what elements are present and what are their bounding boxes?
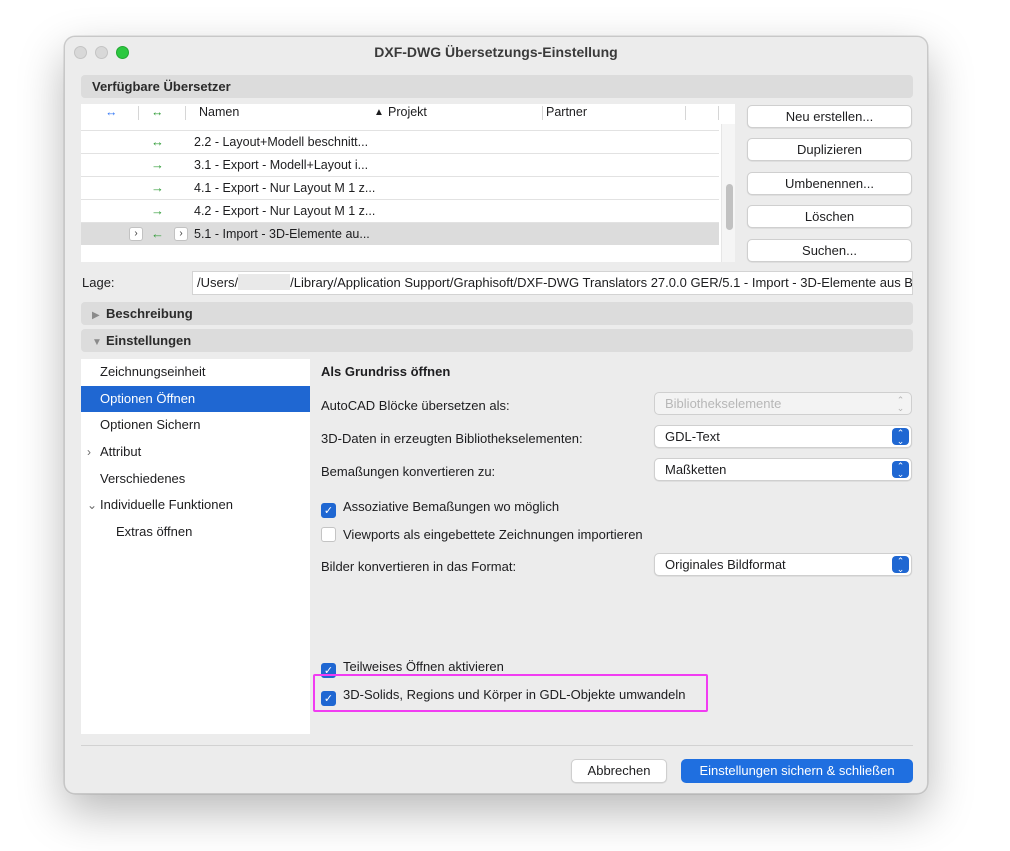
data3d-select[interactable]: GDL-Text ⌃ ⌄ bbox=[654, 425, 912, 448]
translator-name: 4.2 - Export - Nur Layout M 1 z... bbox=[194, 204, 376, 218]
nav-item-open-options[interactable]: Optionen Öffnen bbox=[81, 386, 310, 412]
data3d-label: 3D-Daten in erzeugten Bibliothekselement… bbox=[321, 431, 583, 446]
save-and-close-button[interactable]: Einstellungen sichern & schließen bbox=[681, 759, 913, 783]
duplicate-button[interactable]: Duplizieren bbox=[747, 138, 912, 161]
bidirectional-arrow-icon: ↔ bbox=[151, 134, 164, 149]
sort-ascending-icon: ▲ bbox=[374, 107, 384, 118]
images-select[interactable]: Originales Bildformat ⌃ ⌄ bbox=[654, 553, 912, 576]
list-header: ↔ ↔ Namen ▲ Projekt Partner bbox=[81, 104, 735, 121]
settings-section-header[interactable]: ▼ Einstellungen bbox=[81, 329, 913, 352]
bidirectional-green-icon[interactable]: ↔ bbox=[151, 105, 164, 119]
up-down-chevron-icon: ⌃ ⌄ bbox=[896, 395, 905, 413]
dims-label: Bemaßungen konvertieren zu: bbox=[321, 464, 496, 479]
export-arrow-icon: → bbox=[151, 180, 164, 195]
translator-name: 2.2 - Layout+Modell beschnitt... bbox=[194, 135, 369, 149]
assoc-dims-label: Assoziative Bemaßungen wo möglich bbox=[343, 499, 560, 514]
blocks-label: AutoCAD Blöcke übersetzen als: bbox=[321, 398, 510, 413]
search-button[interactable]: Suchen... bbox=[747, 239, 912, 262]
column-name-header[interactable]: Namen bbox=[199, 105, 239, 119]
nav-item-custom-functions[interactable]: ⌄ Individuelle Funktionen bbox=[81, 492, 310, 518]
title-bar: DXF-DWG Übersetzungs-Einstellung bbox=[65, 37, 927, 69]
location-path-field[interactable]: /Users/ /Library/Application Support/Grap… bbox=[192, 271, 913, 295]
translator-name: 3.1 - Export - Modell+Layout i... bbox=[194, 158, 369, 172]
partial-open-label: Teilweises Öffnen aktivieren bbox=[343, 659, 504, 674]
viewports-checkbox[interactable] bbox=[321, 527, 336, 542]
viewports-label: Viewports als eingebettete Zeichnungen i… bbox=[343, 527, 643, 542]
blocks-select-value: Bibliothekselemente bbox=[665, 396, 782, 411]
blocks-select: Bibliothekselemente ⌃ ⌄ bbox=[654, 392, 912, 415]
location-path-suffix: /Library/Application Support/Graphisoft/… bbox=[290, 275, 913, 290]
data3d-select-value: GDL-Text bbox=[665, 429, 720, 444]
delete-button[interactable]: Löschen bbox=[747, 205, 912, 228]
viewports-checkbox-row[interactable]: Viewports als eingebettete Zeichnungen i… bbox=[321, 527, 643, 543]
chevron-right-icon[interactable]: › bbox=[174, 227, 188, 241]
rename-button[interactable]: Umbenennen... bbox=[747, 172, 912, 195]
nav-item-label: Individuelle Funktionen bbox=[100, 497, 233, 512]
description-section-header[interactable]: ▶ Beschreibung bbox=[81, 302, 913, 325]
images-label: Bilder konvertieren in das Format: bbox=[321, 559, 517, 574]
translator-list[interactable]: ↔ ↔ Namen ▲ Projekt Partner ↔ 2.2 - Layo… bbox=[81, 104, 735, 262]
settings-section-title: Einstellungen bbox=[106, 333, 192, 348]
disclosure-collapsed-icon[interactable]: ▶ bbox=[92, 304, 106, 327]
chevron-right-icon[interactable]: › bbox=[129, 227, 143, 241]
description-section-title: Beschreibung bbox=[106, 306, 193, 321]
dims-select[interactable]: Maßketten ⌃ ⌄ bbox=[654, 458, 912, 481]
translators-section-title: Verfügbare Übersetzer bbox=[92, 79, 231, 94]
settings-nav: Zeichnungseinheit Optionen Öffnen Option… bbox=[81, 359, 310, 734]
nav-item-extras-open[interactable]: Extras öffnen bbox=[81, 519, 310, 545]
nav-item-attribute[interactable]: › Attribut bbox=[81, 439, 310, 465]
scrollbar-thumb[interactable] bbox=[726, 184, 733, 230]
column-partner-header[interactable]: Partner bbox=[546, 105, 587, 119]
images-select-value: Originales Bildformat bbox=[665, 557, 786, 572]
location-label: Lage: bbox=[82, 275, 115, 290]
translators-section-header: Verfügbare Übersetzer bbox=[81, 75, 913, 98]
bidirectional-blue-icon[interactable]: ↔ bbox=[105, 105, 118, 119]
annotation-highlight-box bbox=[313, 674, 708, 712]
up-down-chevron-icon: ⌃ ⌄ bbox=[892, 428, 909, 446]
new-button[interactable]: Neu erstellen... bbox=[747, 105, 912, 128]
list-item-selected[interactable]: › ← › 5.1 - Import - 3D-Elemente au... bbox=[81, 222, 719, 245]
import-arrow-icon: ← bbox=[151, 226, 164, 241]
chevron-down-icon[interactable]: ⌄ bbox=[87, 492, 97, 518]
translator-name: 4.1 - Export - Nur Layout M 1 z... bbox=[194, 181, 376, 195]
redacted-username bbox=[238, 274, 291, 290]
nav-item-drawing-unit[interactable]: Zeichnungseinheit bbox=[81, 359, 310, 385]
assoc-dims-checkbox[interactable]: ✓ bbox=[321, 503, 336, 518]
content-heading: Als Grundriss öffnen bbox=[321, 364, 451, 379]
up-down-chevron-icon: ⌃ ⌄ bbox=[892, 461, 909, 479]
list-item[interactable]: → 3.1 - Export - Modell+Layout i... bbox=[81, 153, 719, 176]
translator-name: 5.1 - Import - 3D-Elemente au... bbox=[194, 227, 370, 241]
nav-item-misc[interactable]: Verschiedenes bbox=[81, 466, 310, 492]
list-scrollbar[interactable] bbox=[721, 124, 735, 262]
list-item[interactable]: ↔ 2.2 - Layout+Modell beschnitt... bbox=[81, 130, 719, 153]
cancel-button[interactable]: Abbrechen bbox=[571, 759, 667, 783]
export-arrow-icon: → bbox=[151, 203, 164, 218]
chevron-right-icon[interactable]: › bbox=[87, 439, 91, 465]
export-arrow-icon: → bbox=[151, 157, 164, 172]
assoc-dims-checkbox-row[interactable]: ✓ Assoziative Bemaßungen wo möglich bbox=[321, 499, 559, 518]
up-down-chevron-icon: ⌃ ⌄ bbox=[892, 556, 909, 574]
disclosure-expanded-icon[interactable]: ▼ bbox=[92, 331, 106, 354]
dims-select-value: Maßketten bbox=[665, 462, 727, 477]
window-title: DXF-DWG Übersetzungs-Einstellung bbox=[374, 44, 618, 60]
list-item[interactable]: → 4.1 - Export - Nur Layout M 1 z... bbox=[81, 176, 719, 199]
dialog-window: DXF-DWG Übersetzungs-Einstellung Verfügb… bbox=[64, 36, 928, 794]
nav-item-label: Attribut bbox=[100, 444, 142, 459]
column-project-header[interactable]: Projekt bbox=[388, 105, 427, 119]
location-path-prefix: /Users/ bbox=[197, 275, 239, 290]
nav-item-save-options[interactable]: Optionen Sichern bbox=[81, 412, 310, 438]
list-item[interactable]: → 4.2 - Export - Nur Layout M 1 z... bbox=[81, 199, 719, 222]
footer-divider bbox=[81, 745, 913, 746]
